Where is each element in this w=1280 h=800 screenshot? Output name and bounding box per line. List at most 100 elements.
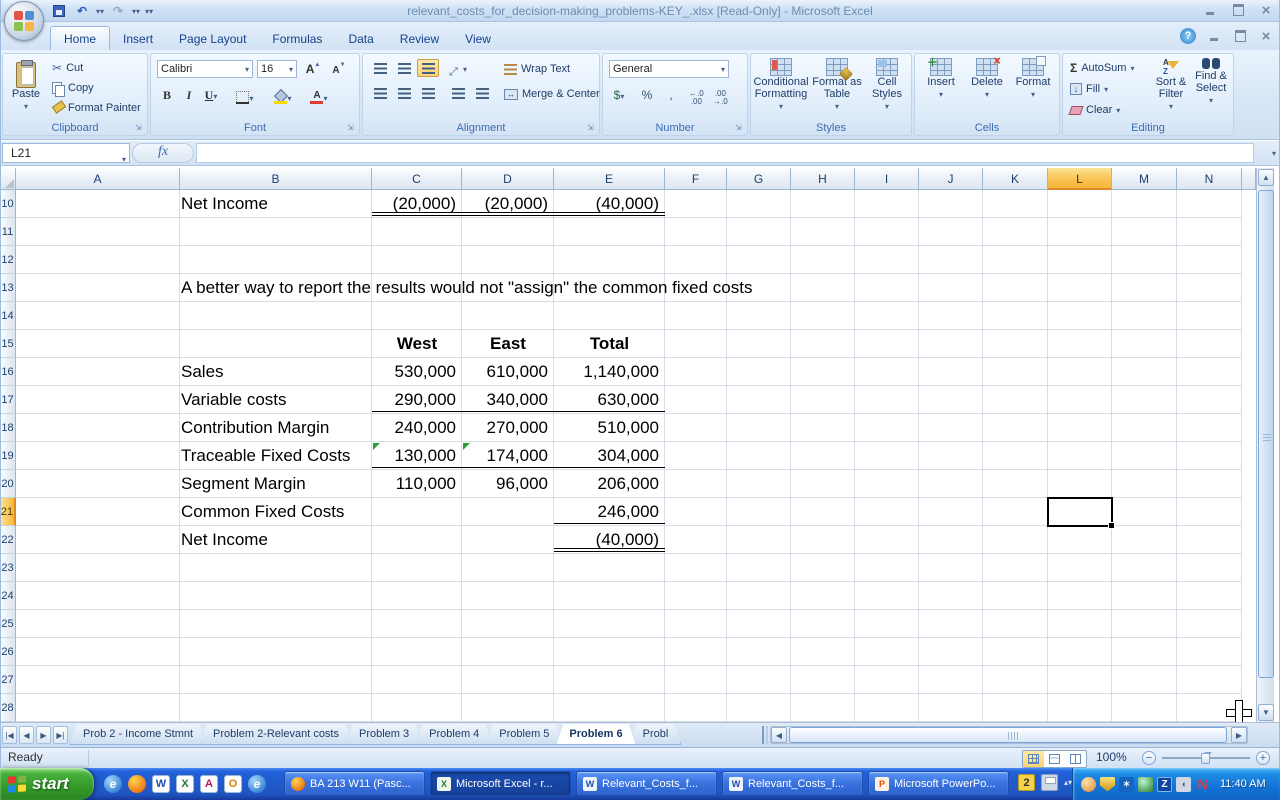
ribbon-tab-formulas[interactable]: Formulas — [259, 27, 335, 51]
zoom-slider-thumb[interactable] — [1201, 753, 1210, 764]
fill-color-button[interactable] — [273, 88, 293, 106]
cell-E19[interactable]: 304,000 — [554, 442, 665, 470]
column-header-L[interactable]: L — [1048, 168, 1112, 190]
percent-style-button[interactable]: % — [637, 86, 657, 104]
increase-decimal-button[interactable]: ←.0.00 — [689, 90, 704, 106]
scroll-left-arrow[interactable]: ◀ — [771, 727, 787, 743]
borders-button[interactable] — [235, 88, 255, 106]
delete-cells-button[interactable]: Delete — [965, 58, 1009, 101]
top-align-button[interactable] — [369, 59, 391, 77]
font-size-combo[interactable]: 16 — [257, 60, 297, 78]
horizontal-scroll-thumb[interactable] — [789, 727, 1227, 743]
excel-quicklaunch-icon[interactable] — [176, 775, 194, 793]
font-name-combo[interactable]: Calibri — [157, 60, 253, 78]
cell-B22-label[interactable]: Net Income — [181, 526, 268, 554]
sheet-tab-problem-2-relevant-costs[interactable]: Problem 2-Relevant costs — [200, 724, 352, 745]
ribbon-tab-insert[interactable]: Insert — [110, 27, 166, 51]
copy-button[interactable]: Copy — [49, 78, 144, 98]
undo-dropdown[interactable]: ▾ — [96, 7, 104, 16]
cell-B20-label[interactable]: Segment Margin — [181, 470, 306, 498]
column-header-G[interactable]: G — [727, 168, 791, 190]
sheet-tab-problem-6[interactable]: Problem 6 — [556, 724, 635, 745]
cell-C17[interactable]: 290,000 — [372, 386, 462, 414]
cell-C16[interactable]: 530,000 — [372, 358, 462, 386]
close-button[interactable] — [1258, 3, 1274, 17]
start-button[interactable]: start — [0, 768, 94, 800]
scroll-right-arrow[interactable]: ▶ — [1231, 727, 1247, 743]
cell-E18[interactable]: 510,000 — [554, 414, 665, 442]
row-header-13[interactable]: 13 — [0, 274, 16, 302]
clear-button[interactable]: Clear — [1067, 100, 1123, 120]
cell-C20[interactable]: 110,000 — [372, 470, 462, 498]
cell-D17[interactable]: 340,000 — [462, 386, 554, 414]
toolbar-chevron-icon[interactable]: ▴▾ — [1064, 778, 1072, 787]
fill-button[interactable]: Fill — [1067, 79, 1111, 99]
pctools-tray-icon[interactable] — [1119, 777, 1134, 792]
cell-C15-header[interactable]: West — [372, 330, 462, 358]
norton-tray-icon[interactable] — [1195, 777, 1210, 792]
underline-button[interactable]: U — [201, 86, 221, 104]
row-header-28[interactable]: 28 — [0, 694, 16, 722]
select-all-corner[interactable] — [0, 168, 16, 190]
row-header-24[interactable]: 24 — [0, 582, 16, 610]
middle-align-button[interactable] — [393, 59, 415, 77]
column-header-C[interactable]: C — [372, 168, 462, 190]
shield-tray-icon[interactable] — [1100, 777, 1115, 792]
taskbar-button-ba-213-w11-pasc-[interactable]: BA 213 W11 (Pasc... — [284, 771, 425, 796]
row-header-25[interactable]: 25 — [0, 610, 16, 638]
italic-button[interactable]: I — [179, 86, 199, 104]
ie-shortcut-quicklaunch-icon[interactable] — [248, 775, 266, 793]
align-left-button[interactable] — [369, 84, 391, 102]
previous-sheet-button[interactable]: ◀ — [19, 726, 34, 744]
column-header-D[interactable]: D — [462, 168, 554, 190]
vertical-scroll-thumb[interactable] — [1258, 190, 1274, 678]
workbook-close-button[interactable] — [1258, 29, 1274, 43]
scroll-down-arrow[interactable]: ▼ — [1258, 704, 1274, 721]
page-layout-view-button[interactable] — [1044, 751, 1065, 767]
column-header-F[interactable]: F — [665, 168, 727, 190]
cell-D15-header[interactable]: East — [462, 330, 554, 358]
normal-view-button[interactable] — [1023, 751, 1044, 767]
row-header-23[interactable]: 23 — [0, 554, 16, 582]
green-app-tray-icon[interactable] — [1138, 777, 1153, 792]
row-header-20[interactable]: 20 — [0, 470, 16, 498]
align-center-button[interactable] — [393, 84, 415, 102]
accounting-format-button[interactable]: $ — [609, 86, 629, 104]
format-painter-button[interactable]: Format Painter — [49, 98, 144, 118]
zonealarm-tray-icon[interactable] — [1157, 777, 1172, 792]
restore-button[interactable] — [1230, 3, 1246, 17]
cell-styles-button[interactable]: Cell Styles — [865, 58, 909, 113]
cell-C19[interactable]: 130,000 — [372, 442, 462, 470]
column-header-J[interactable]: J — [919, 168, 983, 190]
row-header-15[interactable]: 15 — [0, 330, 16, 358]
autosum-button[interactable]: AutoSum — [1067, 58, 1137, 78]
row-header-17[interactable]: 17 — [0, 386, 16, 414]
cell-E15-header[interactable]: Total — [554, 330, 665, 358]
row-header-14[interactable]: 14 — [0, 302, 16, 330]
formula-bar-expand-button[interactable]: ▾ — [1272, 149, 1276, 158]
row-header-26[interactable]: 26 — [0, 638, 16, 666]
ribbon-tab-review[interactable]: Review — [387, 27, 452, 51]
font-dialog-launcher[interactable] — [347, 123, 357, 133]
messenger-tray-icon[interactable] — [1081, 777, 1096, 792]
access-quicklaunch-icon[interactable] — [200, 775, 218, 793]
sheet-tab-problem-3[interactable]: Problem 3 — [346, 724, 422, 745]
cell-E20[interactable]: 206,000 — [554, 470, 665, 498]
vertical-scrollbar[interactable]: ▲ ▼ — [1256, 168, 1274, 722]
next-sheet-button[interactable]: ▶ — [36, 726, 51, 744]
cell-B17-label[interactable]: Variable costs — [181, 386, 287, 414]
page-break-view-button[interactable] — [1065, 751, 1086, 767]
orientation-button[interactable] — [447, 59, 469, 77]
cell-D16[interactable]: 610,000 — [462, 358, 554, 386]
worksheet-grid[interactable]: ABCDEFGHIJKLMN 1011121314151617181920212… — [0, 168, 1280, 722]
internet-explorer-quicklaunch-icon[interactable] — [104, 775, 122, 793]
row-header-16[interactable]: 16 — [0, 358, 16, 386]
redo-button[interactable] — [109, 3, 127, 19]
taskbar-button-relevant-costs-f-[interactable]: Relevant_Costs_f... — [576, 771, 717, 796]
grow-font-button[interactable] — [303, 60, 323, 78]
qat-customize-button[interactable]: ▾ — [145, 7, 153, 16]
format-cells-button[interactable]: Format — [1011, 58, 1055, 101]
row-header-10[interactable]: 10 — [0, 190, 16, 218]
ribbon-tab-home[interactable]: Home — [50, 26, 110, 50]
first-sheet-button[interactable]: |◀ — [2, 726, 17, 744]
